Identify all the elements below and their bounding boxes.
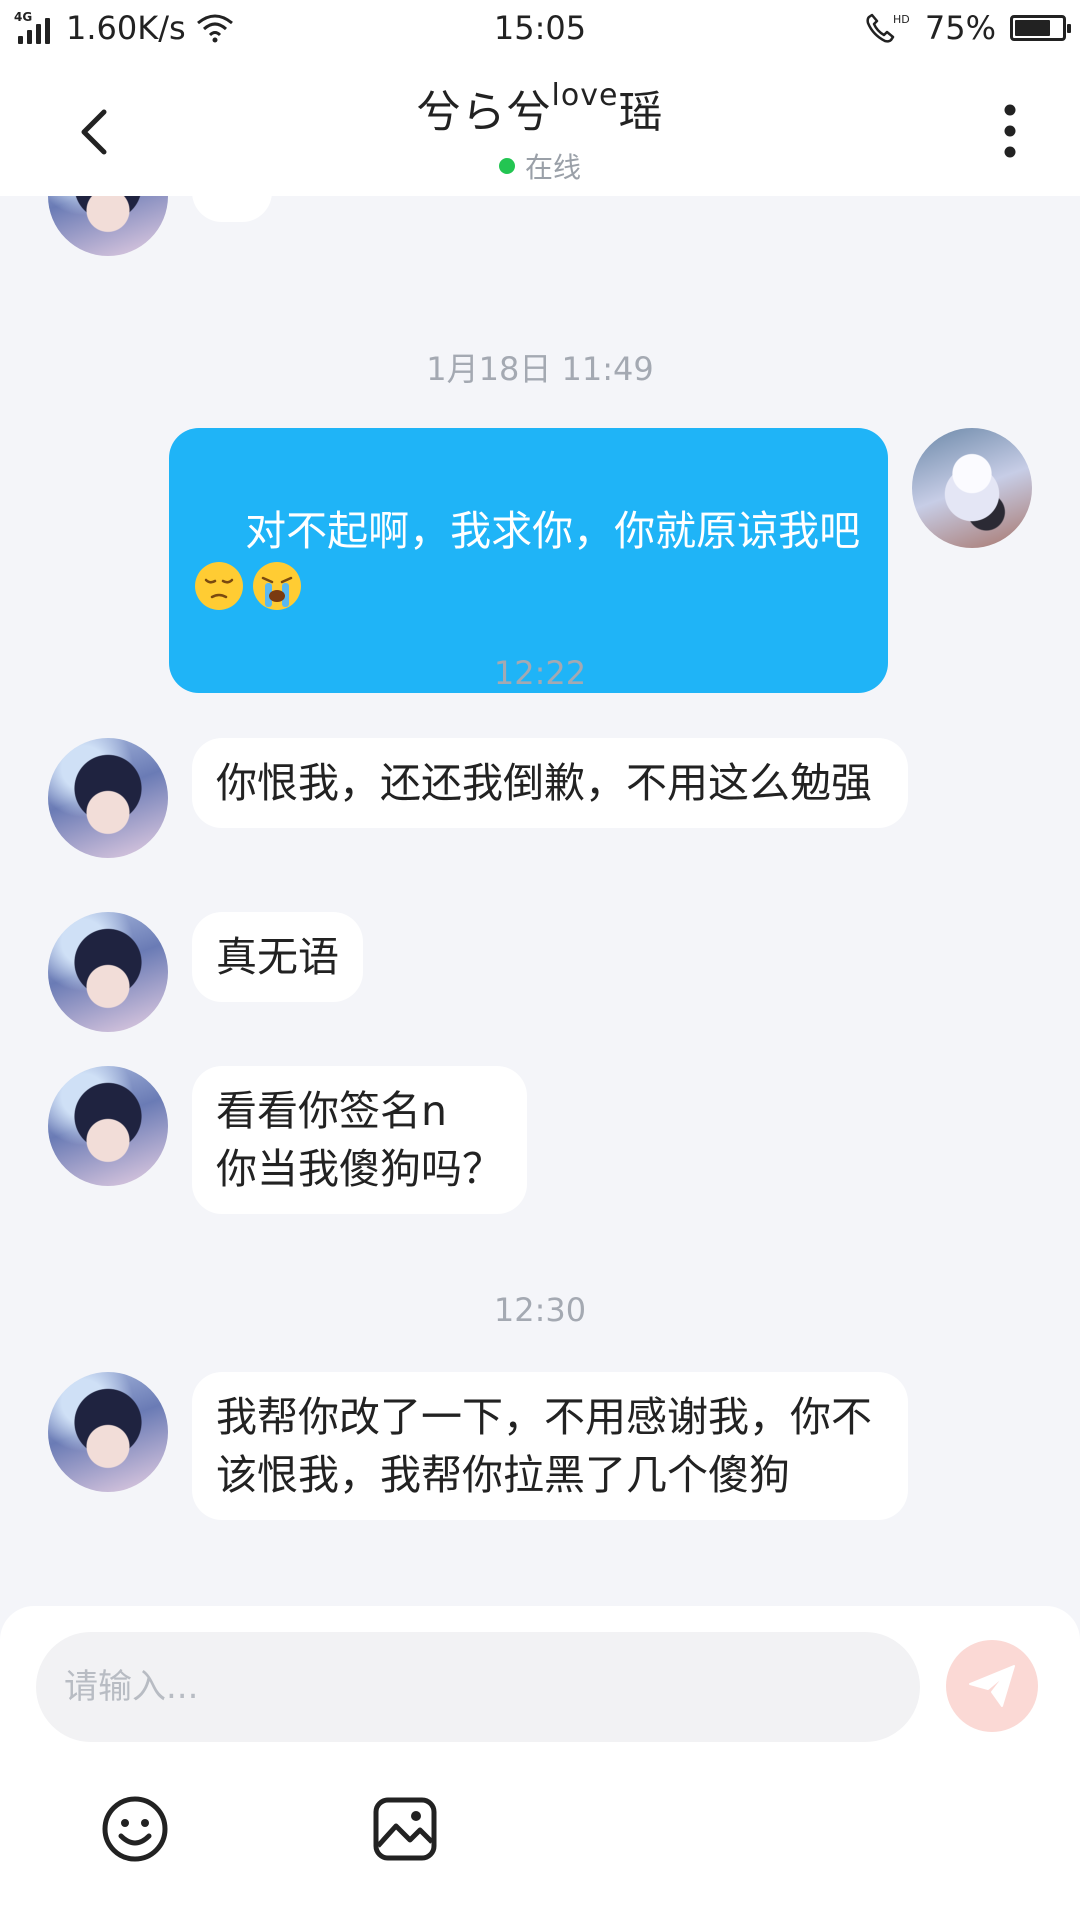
received-message-bubble[interactable]: 看看你签名n 你当我傻狗吗？ bbox=[192, 1066, 527, 1214]
hd-label: HD bbox=[893, 13, 910, 26]
contact-name[interactable]: 兮ら兮love瑶 bbox=[0, 76, 1080, 140]
emoji-icon bbox=[102, 1796, 168, 1862]
hd-call-icon: HD bbox=[866, 13, 910, 43]
online-status-label: 在线 bbox=[524, 151, 581, 184]
contact-name-sup: love bbox=[551, 78, 619, 113]
emoji-button[interactable] bbox=[100, 1794, 170, 1864]
status-bar: 4G 1.60K/s 15:05 HD 75% bbox=[0, 0, 1080, 58]
more-vertical-icon bbox=[1004, 104, 1016, 158]
contact-name-part: 瑶 bbox=[618, 87, 664, 138]
contact-avatar[interactable] bbox=[48, 196, 168, 256]
message-bubble-partial bbox=[192, 196, 272, 222]
contact-avatar[interactable] bbox=[48, 912, 168, 1032]
online-status: 在线 bbox=[0, 146, 1080, 186]
contact-name-part: 兮ら兮 bbox=[416, 87, 552, 138]
my-avatar[interactable] bbox=[912, 428, 1032, 548]
contact-avatar[interactable] bbox=[48, 1372, 168, 1492]
sent-message-text: 对不起啊，我求你，你就原谅我吧 bbox=[245, 507, 861, 555]
image-button[interactable] bbox=[370, 1794, 440, 1864]
battery-icon bbox=[1010, 15, 1071, 41]
online-dot-icon bbox=[498, 158, 515, 174]
message-composer bbox=[0, 1606, 1080, 1920]
contact-avatar[interactable] bbox=[48, 1066, 168, 1186]
chat-header: 兮ら兮love瑶 在线 bbox=[0, 58, 1080, 196]
message-timestamp: 12:22 bbox=[493, 654, 587, 692]
send-icon bbox=[969, 1665, 1015, 1707]
send-button[interactable] bbox=[946, 1640, 1038, 1732]
received-message-bubble[interactable]: 我帮你改了一下，不用感谢我，你不该恨我，我帮你拉黑了几个傻狗 bbox=[192, 1372, 908, 1520]
crying-face-emoji bbox=[253, 562, 301, 610]
message-input[interactable] bbox=[36, 1632, 920, 1742]
status-right: HD 75% bbox=[863, 9, 1071, 47]
more-options-button[interactable] bbox=[990, 98, 1030, 164]
title-block: 兮ら兮love瑶 在线 bbox=[0, 76, 1080, 186]
message-list[interactable]: 1月18日 11:49 对不起啊，我求你，你就原谅我吧 12:22 你恨我，还还… bbox=[0, 196, 1080, 1606]
image-icon bbox=[373, 1797, 437, 1861]
message-timestamp: 12:30 bbox=[493, 1291, 587, 1329]
received-message-bubble[interactable]: 真无语 bbox=[192, 912, 363, 1002]
received-message-bubble[interactable]: 你恨我，还还我倒歉，不用这么勉强 bbox=[192, 738, 908, 828]
contact-avatar[interactable] bbox=[48, 738, 168, 858]
pensive-face-emoji bbox=[195, 562, 243, 610]
battery-percentage: 75% bbox=[924, 9, 996, 47]
message-timestamp: 1月18日 11:49 bbox=[426, 350, 654, 388]
